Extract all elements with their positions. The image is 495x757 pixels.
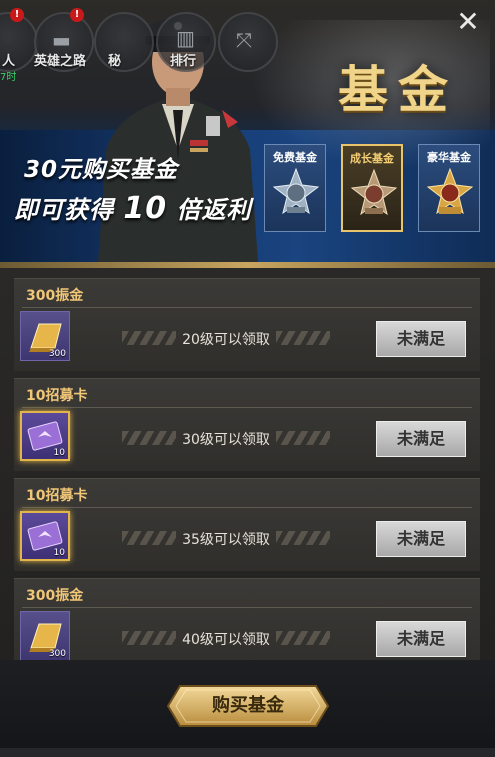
stripe-decoration-right	[276, 531, 330, 545]
stripe-decoration-left	[122, 531, 176, 545]
tab-free-fund-label: 免费基金	[273, 151, 317, 164]
reward-list[interactable]: 300振金 300 20级可以领取 未满足 10招募卡 10 30级可以领取 未…	[0, 268, 495, 660]
tab-growth-fund-label: 成长基金	[350, 152, 394, 165]
stripe-decoration-right	[276, 331, 330, 345]
top-nav: 人 ! 7时 ▬ 英雄之路 ! 秘 ▥ 排行 ⤧	[0, 8, 290, 83]
promo-multiplier: 10	[123, 191, 168, 226]
buy-fund-button[interactable]: 购买基金	[166, 684, 330, 728]
stripe-decoration-right	[276, 631, 330, 645]
recruit-card-icon[interactable]: 10	[20, 511, 70, 561]
claim-button[interactable]: 未满足	[376, 621, 466, 657]
claim-condition: 30级可以领取	[182, 432, 270, 448]
row-divider	[22, 507, 472, 508]
reward-row-0: 300振金 300 20级可以领取 未满足	[14, 278, 480, 371]
item-qty: 10	[53, 448, 65, 458]
stripe-decoration-right	[276, 431, 330, 445]
reward-row-1: 10招募卡 10 30级可以领取 未满足	[14, 378, 480, 471]
gold-emblem-icon	[427, 167, 473, 215]
tab-luxury-fund-label: 豪华基金	[427, 151, 471, 164]
stripe-decoration-left	[122, 631, 176, 645]
ranking-icon: ▥	[176, 26, 195, 50]
claim-button[interactable]: 未满足	[376, 421, 466, 457]
promo-line-1: 30元购买基金	[24, 157, 179, 183]
row-divider	[22, 407, 472, 408]
row-divider	[22, 607, 472, 608]
reward-title: 10招募卡	[26, 488, 88, 504]
nav-label-hero-road: 英雄之路	[34, 54, 87, 69]
nav-badge-0: !	[10, 8, 24, 22]
gold-bar-icon[interactable]: 300	[20, 311, 70, 361]
claim-condition: 35级可以领取	[182, 532, 270, 548]
nav-label-0: 人	[2, 54, 16, 69]
item-qty: 10	[53, 548, 65, 558]
reward-row-2: 10招募卡 10 35级可以领取 未满足	[14, 478, 480, 571]
tab-free-fund[interactable]: 免费基金	[264, 144, 326, 232]
bottom-bar	[0, 748, 495, 757]
nav-button-secret[interactable]	[94, 12, 154, 72]
reward-title: 10招募卡	[26, 388, 88, 404]
nav-label-rank: 排行	[170, 54, 197, 69]
promo-line-2: 即可获得 10 倍返利	[14, 190, 251, 226]
fund-banner: 人 ! 7时 ▬ 英雄之路 ! 秘 ▥ 排行 ⤧ ✕ 基金 30元购买基金 即可…	[0, 0, 495, 268]
reward-row-3: 300振金 300 40级可以领取 未满足	[14, 578, 480, 660]
buy-fund-label: 购买基金	[212, 695, 284, 716]
nav-label-secret: 秘	[108, 54, 122, 69]
gold-bar-icon[interactable]: 300	[20, 611, 70, 660]
tab-luxury-fund[interactable]: 豪华基金	[418, 144, 480, 232]
promo-line-2-post: 倍返利	[176, 196, 252, 224]
recruit-card-icon[interactable]: 10	[20, 411, 70, 461]
row-divider	[22, 307, 472, 308]
silver-emblem-icon	[273, 167, 319, 215]
claim-condition: 40级可以领取	[182, 632, 270, 648]
page-title: 基金	[338, 60, 458, 119]
item-qty: 300	[48, 649, 66, 659]
promo-line-2-pre: 即可获得	[14, 196, 114, 224]
claim-button[interactable]: 未满足	[376, 321, 466, 357]
expand-icon: ⤧	[236, 28, 252, 52]
stripe-decoration-left	[122, 431, 176, 445]
nav-timer: 7时	[0, 72, 17, 83]
tab-growth-fund[interactable]: 成长基金	[341, 144, 403, 232]
claim-condition: 20级可以领取	[182, 332, 270, 348]
tank-icon: ▬	[52, 28, 71, 52]
claim-button[interactable]: 未满足	[376, 521, 466, 557]
item-qty: 300	[48, 349, 66, 359]
footer: 购买基金	[0, 660, 495, 757]
reward-title: 300振金	[26, 588, 84, 604]
bronze-emblem-icon	[351, 168, 397, 216]
nav-badge-hero-road: !	[70, 8, 84, 22]
reward-title: 300振金	[26, 288, 84, 304]
close-icon[interactable]: ✕	[452, 6, 484, 38]
stripe-decoration-left	[122, 331, 176, 345]
